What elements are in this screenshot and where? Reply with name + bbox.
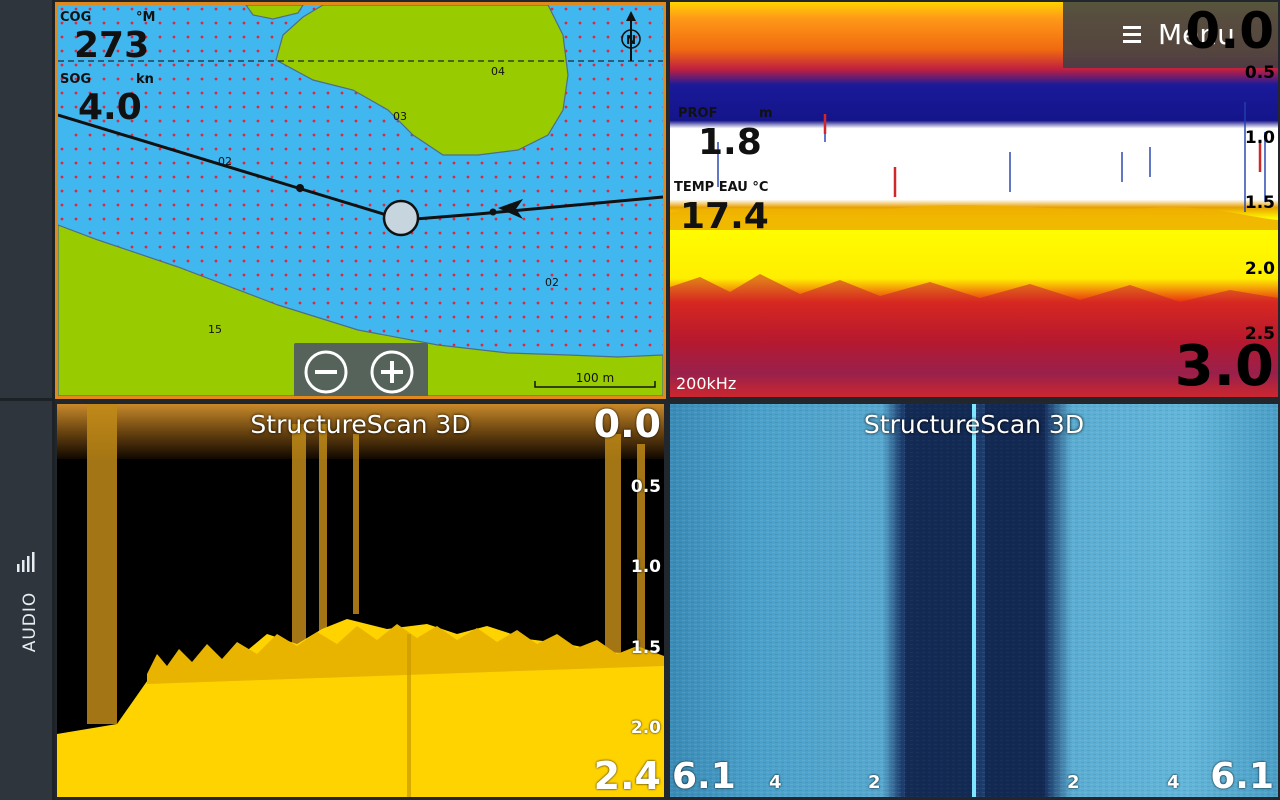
cog-label: COG — [60, 10, 92, 25]
temp-label: TEMP EAU °C — [674, 180, 769, 195]
sounding: 02 — [218, 155, 232, 168]
sonar-panel[interactable]: Menu 0.0 0.5 1.0 1.5 2.0 2.5 3.0 PROF m … — [670, 2, 1278, 397]
depth-tick: 2.0 — [1244, 259, 1275, 279]
range-tick: 2 — [1067, 772, 1080, 793]
depth-tick: 2.0 — [630, 718, 661, 738]
panel-title: StructureScan 3D — [250, 410, 471, 439]
structurescan-down-panel[interactable]: StructureScan 3D 6.1 4 2 2 4 6.1 — [670, 404, 1278, 797]
depth-tick: 0.5 — [1244, 63, 1275, 83]
cog-unit: °M — [136, 10, 156, 25]
audio-button[interactable]: AUDIO — [8, 550, 48, 660]
sog-value: 4.0 — [78, 87, 142, 128]
north-arrow-icon[interactable]: N — [617, 9, 645, 65]
panel-title: StructureScan 3D — [863, 410, 1085, 439]
sounding: 04 — [491, 65, 505, 78]
temp-value: 17.4 — [680, 196, 769, 237]
sidebar-divider — [0, 398, 52, 401]
chart-panel[interactable]: 04 03 02 02 15 100 m N COG °M 273 SOG kn… — [55, 2, 666, 399]
sounding: 15 — [208, 323, 222, 336]
sog-unit: kn — [136, 72, 154, 87]
depth-tick: 1.0 — [1244, 128, 1275, 148]
structurescan-side-panel[interactable]: StructureScan 3D 0.0 0.5 1.0 1.5 2.0 2.4 — [57, 404, 664, 797]
range-right: 6.1 — [1210, 756, 1274, 797]
sounding: 03 — [393, 110, 407, 123]
depth-top: 0.0 — [1185, 2, 1274, 60]
svg-text:N: N — [626, 33, 636, 47]
zoom-out-button[interactable] — [302, 348, 350, 396]
structurescan-down-image[interactable] — [670, 404, 1278, 797]
depth-bottom: 3.0 — [1174, 334, 1274, 397]
sidebar: AUDIO — [0, 0, 55, 800]
audio-label: AUDIO — [20, 591, 40, 653]
depth-bottom: 2.4 — [593, 754, 661, 797]
depth-tick: 0.5 — [630, 477, 661, 497]
sog-label: SOG — [60, 72, 92, 87]
range-tick: 4 — [769, 772, 782, 793]
cog-value: 273 — [74, 25, 150, 66]
zoom-controls — [294, 343, 428, 396]
range-tick: 4 — [1167, 772, 1180, 793]
scale-label: 100 m — [576, 371, 614, 385]
depth-tick: 1.0 — [630, 557, 661, 577]
menu-icon — [1123, 26, 1141, 43]
depth-top: 0.0 — [593, 404, 661, 446]
audio-bars-icon — [17, 552, 35, 572]
depth-tick: 1.5 — [630, 638, 661, 658]
depth-label: PROF — [678, 106, 718, 121]
frequency-label: 200kHz — [676, 374, 737, 393]
depth-unit: m — [759, 106, 773, 121]
depth-value: 1.8 — [698, 122, 762, 163]
zoom-in-button[interactable] — [368, 348, 416, 396]
depth-tick: 1.5 — [1244, 193, 1275, 213]
range-tick: 2 — [868, 772, 881, 793]
sounding: 02 — [545, 276, 559, 289]
range-left: 6.1 — [672, 756, 736, 797]
structurescan-side-image[interactable] — [57, 404, 664, 797]
